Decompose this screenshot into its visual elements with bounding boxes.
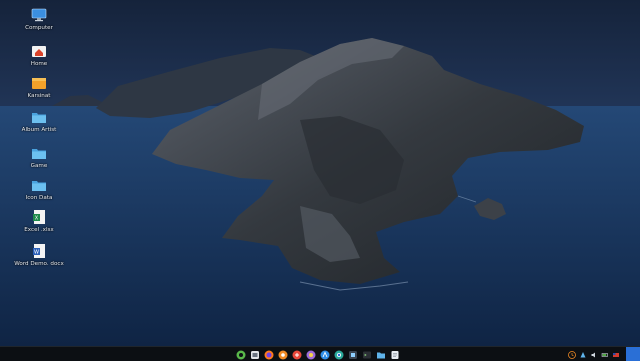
folder-orange-icon [32,78,46,89]
desktop-icon-label: Excel .xlsx [24,227,54,233]
desktop-icon-label: Album Artist [21,127,57,133]
network-icon[interactable] [579,351,587,359]
taskbar [0,346,640,361]
folder-icon [32,181,46,191]
clock-icon[interactable] [568,350,576,359]
terminal-icon[interactable] [362,350,372,360]
desktop-icon-game[interactable]: Game [14,144,64,170]
text-editor-icon[interactable] [390,350,400,360]
desktop-icon-album-artist[interactable]: Album Artist [14,108,64,134]
software-icon[interactable] [348,350,358,360]
files-icon[interactable] [250,350,260,360]
flag-icon[interactable] [612,351,620,359]
volume-icon[interactable] [590,351,598,359]
desktop-icon-computer[interactable]: Computer [14,6,64,32]
excel-file-icon: X [33,210,45,224]
app-store-icon[interactable] [320,350,330,360]
dock [236,349,400,360]
desktop-icon-excel[interactable]: X Excel .xlsx [14,208,64,234]
folder-icon[interactable] [376,350,386,360]
desktop-icon-label: Word Demo. docx [14,261,64,267]
firefox-icon[interactable] [264,350,274,360]
desktop[interactable]: Computer Home Karsinat Album Artist Game… [0,0,640,346]
desktop-icon-label: Home [30,61,48,67]
chrome-icon[interactable] [334,350,344,360]
app-orange-icon[interactable] [278,350,288,360]
desktop-icon-label: Karsinat [27,93,51,99]
show-desktop-button[interactable] [626,347,640,361]
app-red-icon[interactable] [292,350,302,360]
desktop-icon-home[interactable]: Home [14,42,64,68]
folder-icon [32,149,46,159]
desktop-icon-label: Computer [25,25,53,31]
desktop-icon-word[interactable]: W Word Demo. docx [14,242,64,268]
start-menu-icon[interactable] [236,350,246,360]
svg-text:X: X [35,216,39,222]
desktop-icon-label: Icon Data [25,195,53,201]
system-tray [568,349,620,360]
desktop-icon-karsinat[interactable]: Karsinat [14,74,64,100]
svg-text:W: W [34,250,39,256]
home-folder-icon [32,46,46,57]
desktop-icon-icon-data[interactable]: Icon Data [14,176,64,202]
app-purple-icon[interactable] [306,350,316,360]
desktop-icon-label: Game [30,163,48,169]
folder-icon [32,113,46,123]
word-file-icon: W [33,244,45,258]
computer-icon [31,8,47,22]
battery-icon[interactable] [601,351,609,359]
wallpaper [0,0,640,346]
